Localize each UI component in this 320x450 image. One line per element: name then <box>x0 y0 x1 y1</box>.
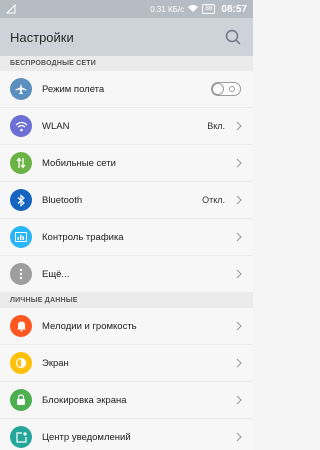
bluetooth-status: Откл. <box>202 195 225 205</box>
chevron-right-icon <box>236 195 242 205</box>
mobile-networks-row[interactable]: Мобильные сети <box>0 145 253 182</box>
clock: 08:57 <box>221 3 247 15</box>
chevron-right-icon <box>236 432 242 442</box>
display-label: Экран <box>42 357 69 369</box>
search-icon <box>225 29 241 45</box>
notification-icon <box>10 426 32 448</box>
bluetooth-label: Bluetooth <box>42 194 83 206</box>
battery-indicator: 88 <box>202 4 216 14</box>
wifi-status-icon <box>188 4 199 14</box>
search-button[interactable] <box>223 27 243 47</box>
chevron-right-icon <box>236 358 242 368</box>
sounds-row[interactable]: Мелодии и громкость <box>0 308 253 345</box>
sounds-label: Мелодии и громкость <box>42 320 137 332</box>
chevron-right-icon <box>236 269 242 279</box>
brightness-icon <box>10 352 32 374</box>
chevron-right-icon <box>236 232 242 242</box>
toggle-off-indicator <box>229 85 235 92</box>
traffic-control-row[interactable]: Контроль трафика <box>0 219 253 256</box>
mobile-data-icon <box>10 152 32 174</box>
airplane-mode-label: Режим полета <box>42 83 105 95</box>
app-bar: Настройки <box>0 18 253 56</box>
chevron-right-icon <box>236 158 242 168</box>
bluetooth-icon <box>10 189 32 211</box>
bell-icon <box>10 315 32 337</box>
page-title: Настройки <box>10 29 74 45</box>
toggle-knob <box>212 83 224 95</box>
more-label: Ещё... <box>42 268 70 280</box>
network-speed: 0.31 КБ/с <box>150 4 185 14</box>
more-icon <box>10 263 32 285</box>
traffic-control-label: Контроль трафика <box>42 231 124 243</box>
wifi-icon <box>10 115 32 137</box>
wlan-status: Вкл. <box>207 121 225 131</box>
notification-center-label: Центр уведомлений <box>42 431 131 443</box>
mobile-networks-label: Мобильные сети <box>42 157 116 169</box>
status-bar: 0.31 КБ/с 88 08:57 <box>0 0 253 18</box>
airplane-mode-row[interactable]: Режим полета <box>0 71 253 108</box>
more-row[interactable]: Ещё... <box>0 256 253 293</box>
bluetooth-row[interactable]: Bluetooth Откл. <box>0 182 253 219</box>
airplane-mode-toggle[interactable] <box>211 82 241 96</box>
chevron-right-icon <box>236 395 242 405</box>
signal-icon <box>5 3 16 16</box>
wlan-row[interactable]: WLAN Вкл. <box>0 108 253 145</box>
display-row[interactable]: Экран <box>0 345 253 382</box>
notification-center-row[interactable]: Центр уведомлений <box>0 419 253 450</box>
section-header-personal: ЛИЧНЫЕ ДАННЫЕ <box>0 293 253 308</box>
section-header-wireless: БЕСПРОВОДНЫЕ СЕТИ <box>0 56 253 71</box>
chevron-right-icon <box>236 321 242 331</box>
screen-lock-row[interactable]: Блокировка экрана <box>0 382 253 419</box>
chevron-right-icon <box>236 121 242 131</box>
traffic-icon <box>10 226 32 248</box>
airplane-icon <box>10 78 32 100</box>
lock-icon <box>10 389 32 411</box>
screen-lock-label: Блокировка экрана <box>42 394 127 406</box>
wlan-label: WLAN <box>42 120 70 132</box>
